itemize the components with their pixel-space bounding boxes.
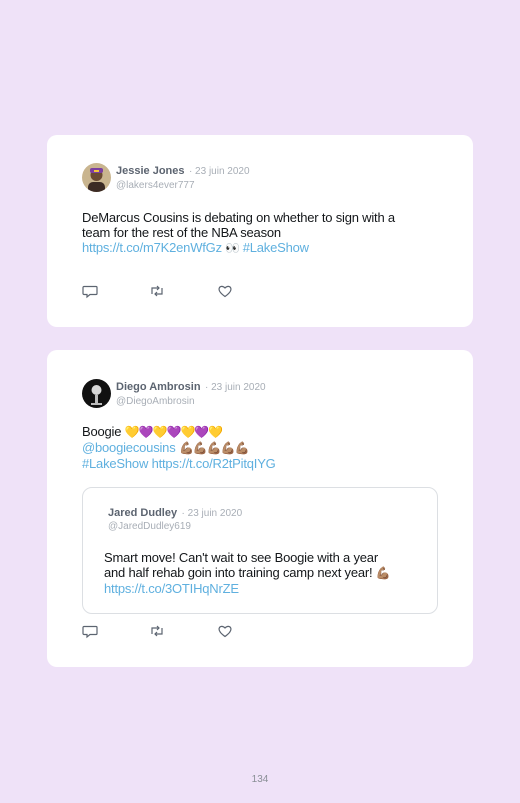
- retweet-icon[interactable]: [149, 283, 167, 299]
- hashtag-link[interactable]: #LakeShow: [243, 240, 309, 255]
- reply-icon[interactable]: [82, 283, 100, 299]
- tweet-date[interactable]: · 23 juin 2020: [205, 382, 266, 393]
- quote-author-name[interactable]: Jared Dudley: [108, 507, 177, 519]
- eyes-emoji: 👀: [225, 241, 240, 255]
- reply-icon[interactable]: [82, 623, 100, 639]
- hashtag-link[interactable]: #LakeShow: [82, 456, 148, 471]
- author-handle[interactable]: @lakers4ever777: [116, 179, 250, 193]
- tweet-text-line: DeMarcus Cousins is debating on whether …: [82, 210, 395, 225]
- page-number: 134: [251, 774, 269, 785]
- quote-text: Smart move! Can't wait to see Boogie wit…: [104, 550, 417, 596]
- author-name[interactable]: Diego Ambrosin: [116, 381, 201, 393]
- flex-emoji: 💪🏽: [375, 566, 391, 580]
- author-handle[interactable]: @DiegoAmbrosin: [116, 395, 266, 409]
- tweet-text: Boogie 💛💜💛💜💛💜💛 @boogiecousins 💪🏽💪🏽💪🏽💪🏽💪🏽…: [82, 424, 443, 471]
- flex-emoji: 💪🏽💪🏽💪🏽💪🏽💪🏽: [178, 441, 250, 455]
- author-name[interactable]: Jessie Jones: [116, 165, 185, 177]
- quoted-tweet[interactable]: Jared Dudley · 23 juin 2020 @JaredDudley…: [82, 487, 438, 614]
- quote-date[interactable]: · 23 juin 2020: [182, 508, 243, 519]
- like-icon[interactable]: [217, 283, 235, 299]
- tweet-header: Diego Ambrosin · 23 juin 2020 @DiegoAmbr…: [116, 379, 266, 409]
- tweet-link[interactable]: https://t.co/m7K2enWfGz: [82, 240, 222, 255]
- like-icon[interactable]: [217, 623, 235, 639]
- quote-header: Jared Dudley · 23 juin 2020 @JaredDudley…: [108, 505, 242, 533]
- tweet-card: Jessie Jones · 23 juin 2020 @lakers4ever…: [47, 135, 473, 327]
- tweet-text-word: Boogie: [82, 424, 122, 439]
- quote-text-line: and half rehab goin into training camp n…: [104, 565, 373, 580]
- avatar[interactable]: [82, 379, 111, 408]
- quote-author-handle[interactable]: @JaredDudley619: [108, 520, 242, 533]
- quote-text-line: Smart move! Can't wait to see Boogie wit…: [104, 550, 378, 565]
- retweet-icon[interactable]: [149, 623, 167, 639]
- tweet-text-line: team for the rest of the NBA season: [82, 225, 281, 240]
- mention-link[interactable]: @boogiecousins: [82, 440, 176, 455]
- tweet-text: DeMarcus Cousins is debating on whether …: [82, 210, 443, 256]
- tweet-link[interactable]: https://t.co/R2tPitqIYG: [152, 456, 276, 471]
- avatar[interactable]: [82, 163, 111, 192]
- quote-link[interactable]: https://t.co/3OTIHqNrZE: [104, 581, 417, 596]
- tweet-header: Jessie Jones · 23 juin 2020 @lakers4ever…: [116, 163, 250, 193]
- hearts-emoji: 💛💜💛💜💛💜💛: [124, 425, 224, 439]
- tweet-date[interactable]: · 23 juin 2020: [189, 166, 250, 177]
- tweet-card: Diego Ambrosin · 23 juin 2020 @DiegoAmbr…: [47, 350, 473, 667]
